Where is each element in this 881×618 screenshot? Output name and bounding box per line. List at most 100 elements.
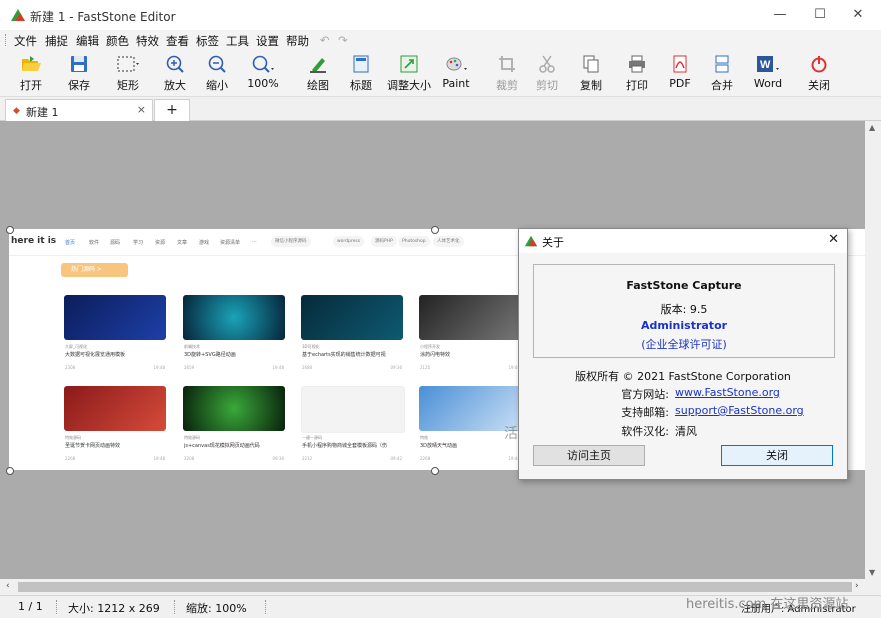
tab-close-icon[interactable]: × (137, 103, 146, 116)
tab-modified-icon: ◆ (13, 106, 20, 116)
captured-card: 特效源码 js+canvas现花模拟网页动画代码 2208 09:36 (183, 386, 285, 474)
captured-nav-pill: 源码PHP (371, 236, 397, 247)
tab-label: 新建 1 (26, 106, 59, 119)
status-page: 1 / 1 (18, 600, 43, 613)
captured-card-thumbnail (183, 295, 285, 340)
website-link[interactable]: www.FastStone.org (675, 386, 780, 399)
menu-effects[interactable]: 特效 (136, 33, 159, 49)
product-version: 版本: 9.5 (660, 303, 708, 316)
zoom-100-button[interactable]: 100% (243, 52, 283, 94)
rectangle-select-icon (117, 56, 139, 72)
scroll-down-icon[interactable]: ▼ (869, 568, 875, 577)
scroll-right-icon[interactable]: › (855, 581, 859, 591)
caption-button[interactable]: 标题 (344, 52, 378, 94)
captured-nav-pill: 人体艺术化 (433, 236, 464, 247)
menu-tag[interactable]: 标签 (196, 33, 219, 49)
captured-card-thumbnail (419, 295, 521, 340)
captured-site-logo: here it is (11, 236, 57, 246)
menu-file[interactable]: 文件 (14, 33, 37, 49)
status-zoom: 缩放: 100% (186, 602, 247, 615)
maximize-button[interactable]: ☐ (800, 4, 840, 26)
resize-handle[interactable] (431, 226, 439, 234)
pdf-icon (673, 55, 687, 73)
captured-card: 3D可视化 基于echarts实现的销售统计数据可视 2680 09:36 (301, 295, 403, 383)
menu-capture[interactable]: 捕捉 (45, 33, 68, 49)
rectangle-select-button[interactable]: 矩形 (108, 52, 148, 94)
about-dialog-title: 关于 (542, 236, 564, 249)
svg-text:W: W (760, 59, 771, 71)
title-bar: 新建 1 - FastStone Editor — ☐ ✕ (0, 0, 881, 30)
cut-button[interactable]: 剪切 (530, 52, 564, 94)
license-type: (企业全球许可证) (641, 338, 727, 351)
menu-settings[interactable]: 设置 (256, 33, 279, 49)
floppy-disk-icon (71, 56, 87, 72)
captured-nav-item: 资源 (155, 240, 166, 246)
menu-tools[interactable]: 工具 (226, 33, 249, 49)
draw-pen-icon (310, 58, 326, 73)
captured-card: 大屏_可视化 大数据可视化展览通用模板 2308 19:48 (64, 295, 166, 383)
save-button[interactable]: 保存 (62, 52, 96, 94)
window-title: 新建 1 - FastStone Editor (30, 10, 176, 24)
print-button[interactable]: 打印 (620, 52, 654, 94)
resize-handle[interactable] (6, 226, 14, 234)
captured-nav-pill: Photoshop (398, 236, 430, 247)
merge-button[interactable]: 合并 (705, 52, 739, 94)
magnifier-icon (252, 55, 274, 73)
redo-icon[interactable]: ↷ (338, 33, 348, 47)
folder-open-icon (22, 56, 41, 71)
email-link[interactable]: support@FastStone.org (675, 404, 804, 417)
resize-handle[interactable] (6, 467, 14, 475)
resize-icon (400, 55, 418, 73)
menu-view[interactable]: 查看 (166, 33, 189, 49)
vertical-scrollbar[interactable]: ▲ ▼ (865, 121, 881, 579)
website-row: 官方网站: www.FastStone.org (621, 386, 780, 401)
scroll-up-icon[interactable]: ▲ (869, 123, 875, 132)
word-button[interactable]: W Word (746, 52, 790, 94)
open-button[interactable]: 打开 (12, 52, 50, 94)
minimize-button[interactable]: — (760, 4, 800, 26)
menu-edit[interactable]: 编辑 (76, 33, 99, 49)
scroll-left-icon[interactable]: ‹ (6, 581, 10, 591)
product-name: FastStone Capture (626, 279, 742, 292)
resize-handle[interactable] (431, 467, 439, 475)
add-tab-button[interactable]: + (154, 99, 190, 121)
crop-icon (499, 56, 515, 72)
tab-bar: ◆ 新建 1 × + (0, 97, 881, 121)
menu-grip (5, 34, 8, 46)
email-row: 支持邮箱: support@FastStone.org (621, 404, 804, 419)
merge-icon (715, 55, 729, 73)
visit-homepage-button[interactable]: 访问主页 (533, 445, 645, 466)
draw-button[interactable]: 绘图 (301, 52, 335, 94)
crop-button[interactable]: 裁剪 (490, 52, 524, 94)
resize-button[interactable]: 调整大小 (386, 52, 432, 94)
zoom-in-button[interactable]: 放大 (158, 52, 192, 94)
close-button[interactable]: 关闭 (802, 52, 836, 94)
product-info-box: FastStone Capture 版本: 9.5 Administrator … (533, 264, 835, 358)
horizontal-scroll-thumb[interactable] (18, 582, 852, 592)
captured-nav-item: 资源清单 (220, 240, 241, 246)
status-image-size: 大小: 1212 x 269 (68, 602, 160, 615)
tab-document[interactable]: ◆ 新建 1 × (5, 99, 153, 121)
captured-card-thumbnail (64, 295, 166, 340)
close-window-button[interactable]: ✕ (838, 4, 878, 26)
undo-icon[interactable]: ↶ (320, 33, 330, 47)
captured-card: 前端技术 3D旋转+SVG路径动画 2659 19:48 (183, 295, 285, 383)
corner-watermark: hereitis.com 在这里资源站 (686, 597, 849, 612)
captured-card-thumbnail (183, 386, 285, 431)
menu-help[interactable]: 帮助 (286, 33, 309, 49)
pdf-button[interactable]: PDF (663, 52, 697, 94)
about-close-icon[interactable]: ✕ (828, 232, 839, 247)
copy-button[interactable]: 复制 (574, 52, 608, 94)
scroll-corner (865, 579, 881, 595)
about-close-button[interactable]: 关闭 (721, 445, 833, 466)
captured-card-thumbnail (301, 295, 403, 340)
paint-palette-icon (446, 57, 467, 71)
menu-color[interactable]: 颜色 (106, 33, 129, 49)
paint-button[interactable]: Paint (436, 52, 476, 94)
captured-card: 小程序开发 涂药闪电特效 2125 19:48 (419, 295, 521, 383)
captured-card: 一键一源码 手机小程序购物商城全套模板源码（伤 2212 09:42 (301, 386, 405, 474)
captured-card-thumbnail (64, 386, 166, 431)
captured-nav-pill: wordpress (333, 236, 365, 247)
zoom-out-button[interactable]: 缩小 (200, 52, 234, 94)
caption-icon (353, 55, 369, 73)
